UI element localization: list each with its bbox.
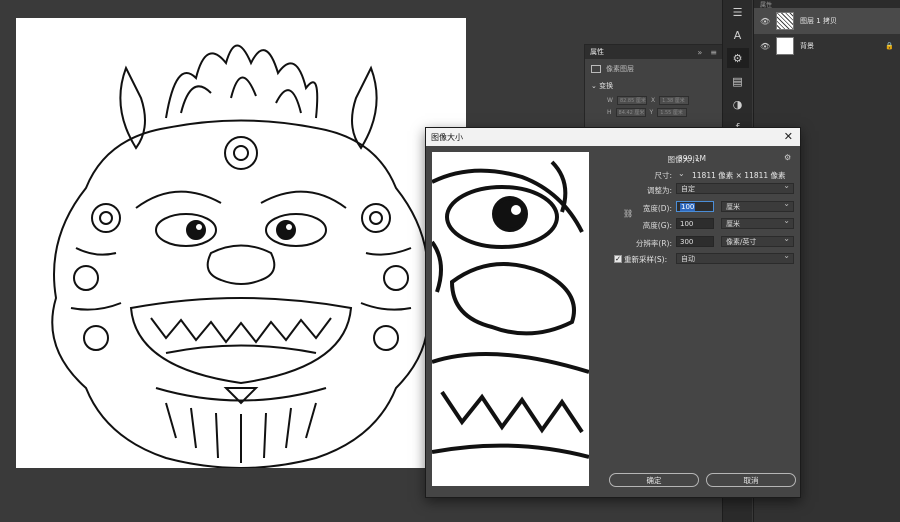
x-label: X [650,97,656,104]
cancel-button[interactable]: 取消 [706,473,796,487]
resolution-label: 分辨率(R): [635,239,672,248]
panel-menu-icon[interactable]: ≡ [710,48,717,57]
resolution-input[interactable]: 300 [676,236,714,247]
props-row-w-x: W 82.85 厘米 X 1.38 厘米 [585,93,722,105]
properties-icon[interactable]: ⚙ [726,48,749,68]
dimensions-value: 11811 像素 × 11811 像素 [692,171,786,180]
image-size-value: 399.1M [678,154,706,163]
collapse-icon[interactable]: » [697,48,702,57]
document-icon[interactable]: ▤ [727,71,749,91]
layer-name[interactable]: 背景 [800,41,879,51]
eye-icon[interactable]: 👁 [760,42,770,51]
properties-subtitle: 像素图层 [606,65,634,73]
fit-select[interactable]: 自定 [676,181,794,194]
layer-thumbnail [776,12,794,30]
dialog-titlebar: 图像大小 ✕ [426,128,800,146]
properties-header: 属性 » ≡ [585,45,722,59]
resolution-unit-select[interactable]: 像素/英寸 [721,234,794,247]
gear-icon[interactable]: ⚙ [784,153,791,162]
props-row-h-y: H 84.42 厘米 Y 1.55 厘米 [585,105,722,117]
layer-row-copy[interactable]: 👁 图层 1 拷贝 [754,8,900,34]
properties-subtitle-row: 像素图层 [585,59,722,79]
close-icon[interactable]: ✕ [784,130,793,143]
height-unit-select[interactable]: 厘米 [721,216,794,229]
adjust-icon[interactable]: ◑ [727,94,749,114]
image-preview[interactable] [432,152,589,486]
image-size-dialog: 图像大小 ✕ 图像大小: 399.1M ⚙ 尺寸: ⌄ 11811 像素 × 1… [425,127,801,498]
fit-label: 调整为: [646,186,672,195]
x-field[interactable]: 1.38 厘米 [659,96,690,105]
width-unit-select[interactable]: 厘米 [721,199,794,212]
lock-icon: 🔒 [885,42,894,50]
w-field[interactable]: 82.85 厘米 [616,96,647,105]
layers-top-label: 属性 [760,1,773,9]
document-artboard[interactable] [16,18,466,468]
properties-title[interactable]: 属性 [590,47,604,57]
h-field[interactable]: 84.42 厘米 [615,108,646,117]
width-input-value: 100 [680,203,696,211]
resample-checkbox[interactable]: ✓ [614,255,622,263]
ok-button[interactable]: 确定 [609,473,699,487]
type-icon[interactable]: A [727,25,749,45]
dialog-title: 图像大小 [431,132,463,142]
layer-name[interactable]: 图层 1 拷贝 [800,16,894,26]
preview-closeup [432,160,589,459]
properties-panel: 属性 » ≡ 像素图层 ⌄ 变换 W 82.85 厘米 X 1.38 厘米 H … [584,44,723,136]
eye-icon[interactable]: 👁 [760,17,770,26]
y-field[interactable]: 1.55 厘米 [657,108,688,117]
width-input[interactable]: 100 [676,201,714,212]
pixel-layer-icon [591,65,601,73]
line-art-illustration [51,44,429,468]
width-label: 宽度(D): [642,204,672,213]
resample-label: 重新采样(S): [624,255,668,264]
w-label: W [607,97,613,104]
resample-select[interactable]: 自动 [676,251,794,264]
transform-section[interactable]: ⌄ 变换 [585,79,722,93]
transform-label: 变换 [599,82,614,90]
height-input[interactable]: 100 [676,218,714,229]
layers-toolbar: 属性 [754,0,900,9]
chevron-down-icon[interactable]: ⌄ [678,169,685,178]
dimensions-label: 尺寸: [654,171,672,180]
layer-row-background[interactable]: 👁 背景 🔒 [754,34,900,58]
y-label: Y [649,109,654,116]
h-label: H [607,109,612,116]
sliders-icon[interactable]: ☰ [727,2,749,22]
height-label: 高度(G): [642,221,672,230]
layer-thumbnail [776,37,794,55]
